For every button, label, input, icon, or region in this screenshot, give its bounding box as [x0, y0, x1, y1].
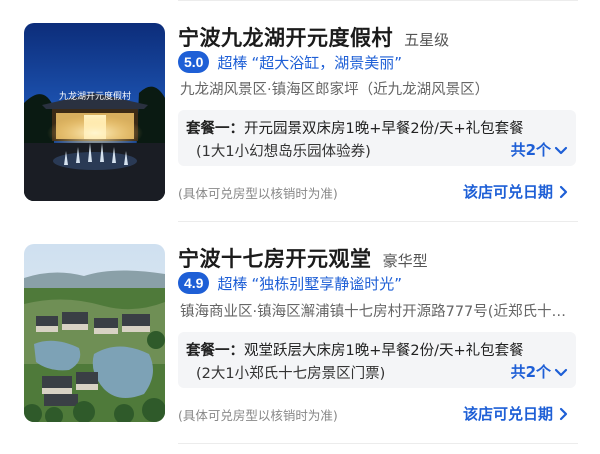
hotel-address: 九龙湖风景区·镇海区郎家坪（近九龙湖风景区）: [180, 82, 490, 98]
star-level: 五星级: [404, 31, 450, 49]
package-line: 套餐一：开元园景双床房1晚+早餐2份/天+礼包套餐: [186, 117, 524, 138]
chevron-down-icon: [554, 368, 568, 376]
hotel-card[interactable]: 九龙湖开元度假村 宁波九龙湖开元度假村 五星级 5.0 超棒 “超大浴缸，湖景美…: [0, 0, 600, 220]
rating-praise: 超棒: [217, 274, 248, 293]
chevron-down-icon: [554, 146, 568, 154]
hotel-photo[interactable]: 九龙湖开元度假村: [24, 23, 165, 201]
redeem-dates-link[interactable]: 该店可兑日期: [463, 181, 570, 202]
hotel-name[interactable]: 宁波十七房开元观堂: [178, 247, 372, 271]
redeem-dates-link[interactable]: 该店可兑日期: [463, 403, 570, 424]
package-desc: 开元园景双床房1晚+早餐2份/天+礼包套餐: [244, 121, 524, 137]
rating-praise: 超棒: [217, 53, 248, 72]
redeem-note: (具体可兑房型以核销时为准): [178, 408, 338, 423]
review-quote: “超大浴缸，湖景美丽”: [251, 53, 403, 72]
rating-row: 5.0 超棒 “超大浴缸，湖景美丽”: [178, 51, 402, 73]
rating-row: 4.9 超棒 “独栋别墅享静谧时光”: [178, 272, 402, 294]
rating-score: 5.0: [178, 51, 210, 73]
village-aerial-photo: [24, 244, 165, 422]
package-desc-extra: (1大1小幻想岛乐园体验券): [196, 144, 371, 160]
package-desc-extra: (2大1小郑氏十七房景区门票): [196, 366, 386, 382]
package-count: 共2个: [510, 363, 551, 381]
star-level: 豪华型: [382, 252, 428, 270]
hotel-address: 镇海商业区·镇海区澥浦镇十七房村开源路777号(近郑氏十七房景区): [180, 304, 576, 320]
package-label: 套餐一：: [186, 121, 244, 137]
package-box[interactable]: 套餐一：开元园景双床房1晚+早餐2份/天+礼包套餐 (1大1小幻想岛乐园体验券)…: [178, 110, 576, 166]
chevron-right-icon: [559, 407, 568, 420]
package-label: 套餐一：: [186, 343, 244, 359]
hotel-photo[interactable]: [24, 244, 165, 422]
package-box[interactable]: 套餐一：观堂跃层大床房1晚+早餐2份/天+礼包套餐 (2大1小郑氏十七房景区门票…: [178, 332, 576, 388]
rating-score: 4.9: [178, 272, 210, 294]
package-count: 共2个: [510, 141, 551, 159]
package-line: 套餐一：观堂跃层大床房1晚+早餐2份/天+礼包套餐: [186, 339, 524, 360]
review-quote: “独栋别墅享静谧时光”: [251, 274, 403, 293]
resort-sign: 九龙湖开元度假村: [59, 90, 131, 102]
package-count-toggle[interactable]: 共2个: [511, 139, 568, 160]
chevron-right-icon: [559, 185, 568, 198]
resort-night-photo: 九龙湖开元度假村: [24, 23, 165, 201]
redeem-note: (具体可兑房型以核销时为准): [178, 186, 338, 201]
hotel-card[interactable]: 宁波十七房开元观堂 豪华型 4.9 超棒 “独栋别墅享静谧时光” 镇海商业区·镇…: [0, 222, 600, 442]
redeem-dates-label: 该店可兑日期: [462, 183, 553, 201]
package-count-toggle[interactable]: 共2个: [511, 361, 568, 382]
package-desc: 观堂跃层大床房1晚+早餐2份/天+礼包套餐: [244, 343, 524, 359]
bottom-divider: [178, 443, 578, 444]
hotel-name[interactable]: 宁波九龙湖开元度假村: [178, 26, 393, 50]
redeem-dates-label: 该店可兑日期: [462, 405, 553, 423]
hotel-title: 宁波十七房开元观堂 豪华型: [178, 243, 428, 273]
hotel-title: 宁波九龙湖开元度假村 五星级: [178, 22, 449, 52]
